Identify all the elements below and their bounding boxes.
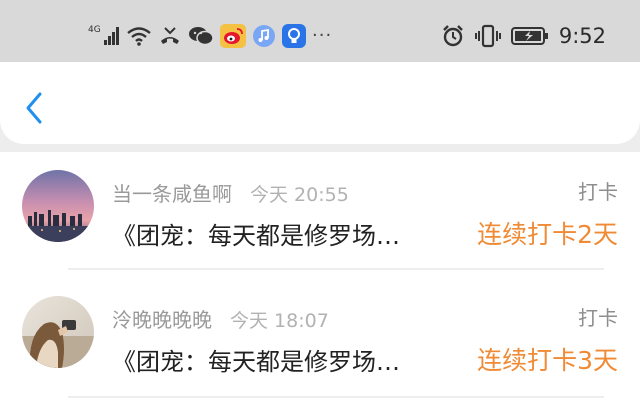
divider (68, 396, 604, 398)
weibo-icon (220, 24, 246, 48)
music-icon (252, 24, 276, 48)
status-time: 9:52 (558, 24, 606, 48)
entry-time: 今天 20:55 (250, 184, 349, 206)
battery-icon (510, 25, 549, 47)
vibrate-icon (474, 24, 501, 48)
checkin-list: 当一条咸鱼啊 今天 20:55 打卡 《团宠：每天都是修罗场… 连续打卡2天 泠… (0, 152, 640, 410)
avatar[interactable] (22, 170, 94, 242)
wechat-icon (188, 25, 214, 47)
chevron-left-icon (26, 92, 42, 124)
more-notifications-icon: ··· (312, 25, 333, 46)
missed-call-icon (158, 25, 182, 47)
back-button[interactable] (18, 90, 50, 126)
user-name: 当一条咸鱼啊 (112, 182, 232, 206)
list-item[interactable]: 当一条咸鱼啊 今天 20:55 打卡 《团宠：每天都是修罗场… 连续打卡2天 (0, 152, 640, 278)
status-right-icons: 9:52 (441, 22, 606, 50)
streak-label: 连续打卡3天 (477, 346, 618, 375)
network-label: 4G (88, 25, 101, 35)
alarm-icon (441, 24, 465, 48)
user-name: 泠晚晚晚晚 (112, 308, 212, 332)
book-title: 《团宠：每天都是修罗场… (112, 222, 400, 250)
signal-4g-icon: 4G (88, 23, 120, 49)
checkin-tag: 打卡 (578, 306, 618, 330)
avatar[interactable] (22, 296, 94, 368)
status-left-icons: 4G ··· (88, 22, 332, 50)
entry-meta: 泠晚晚晚晚 今天 18:07 (112, 304, 329, 333)
book-title: 《团宠：每天都是修罗场… (112, 348, 400, 376)
bulb-app-icon (282, 24, 306, 48)
streak-label: 连续打卡2天 (477, 220, 618, 249)
list-item[interactable]: 泠晚晚晚晚 今天 18:07 打卡 《团宠：每天都是修罗场… 连续打卡3天 (0, 278, 640, 404)
status-bar: 4G ··· 9:52 (0, 0, 640, 66)
divider (68, 268, 604, 270)
nav-header (0, 62, 640, 144)
entry-meta: 当一条咸鱼啊 今天 20:55 (112, 178, 349, 207)
wifi-icon (126, 25, 152, 47)
entry-time: 今天 18:07 (230, 310, 329, 332)
checkin-tag: 打卡 (578, 180, 618, 204)
